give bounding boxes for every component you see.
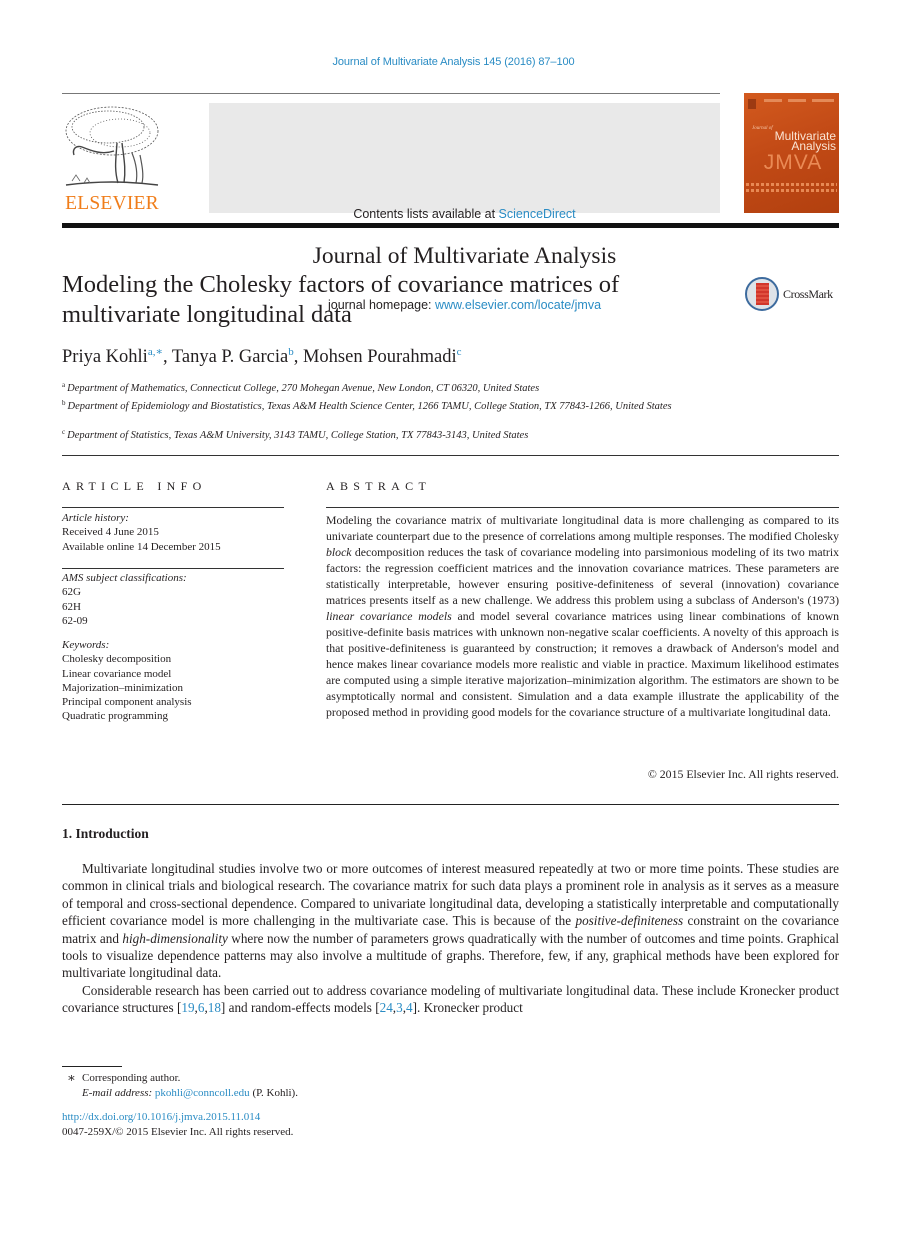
ams-code: 62-09: [62, 614, 88, 627]
text-segment: ]. Kronecker product: [412, 1000, 523, 1016]
article-title-line1: Modeling the Cholesky factors of covaria…: [62, 271, 620, 298]
cover-wave-pattern: [746, 189, 837, 192]
abstract-text: Modeling the covariance matrix of multiv…: [326, 512, 839, 720]
abstract-segment: decomposition reduces the task of covari…: [326, 545, 839, 607]
introduction-heading: 1. Introduction: [62, 826, 149, 841]
reference-link[interactable]: 24: [380, 1000, 393, 1015]
elsevier-tree-icon: [65, 106, 159, 186]
affiliation-marker: c: [62, 428, 66, 436]
doi-line: http://dx.doi.org/10.1016/j.jmva.2015.11…: [62, 1110, 260, 1125]
article-info-heading: ARTICLE INFO: [62, 479, 207, 493]
keyword: Quadratic programming: [62, 710, 168, 723]
journal-citation-link[interactable]: Journal of Multivariate Analysis 145 (20…: [0, 56, 907, 68]
affiliation: a Department of Mathematics, Connecticut …: [62, 378, 702, 396]
ams-code: 62H: [62, 600, 81, 613]
crossmark-icon: [745, 277, 779, 311]
keywords-label: Keywords:: [62, 639, 110, 651]
cover-bar: [812, 99, 834, 102]
abstract-rule: [326, 507, 839, 508]
issn-copyright: 0047-259X/© 2015 Elsevier Inc. All right…: [62, 1126, 294, 1138]
cover-abbreviation: JMVA: [763, 151, 823, 174]
crossmark-label: CrossMark: [783, 287, 833, 301]
author-name: Priya Kohli: [62, 347, 148, 367]
article-history: Article history: Received 4 June 2015 Av…: [62, 511, 284, 554]
contents-prefix: Contents lists available at: [353, 207, 499, 221]
corresponding-author-note: Corresponding author.: [82, 1072, 181, 1084]
author-name: Mohsen Pourahmadi: [302, 347, 457, 367]
text-segment: ] and random-effects models [: [220, 1000, 380, 1016]
keyword: Majorization–minimization: [62, 681, 183, 694]
article-info-rule: [62, 568, 284, 569]
affiliation-text: Department of Epidemiology and Biostatis…: [67, 401, 672, 412]
text-emphasis: positive-definiteness: [575, 913, 684, 929]
keywords: Keywords: Cholesky decomposition Linear …: [62, 638, 284, 724]
ams-label: AMS subject classifications:: [62, 572, 187, 584]
received-date: Received 4 June 2015: [62, 526, 159, 539]
abstract-emphasis: block: [326, 545, 352, 559]
email-label: E-mail address:: [82, 1087, 153, 1099]
keyword: Principal component analysis: [62, 696, 192, 709]
contents-line: Contents lists available at ScienceDirec…: [209, 207, 720, 221]
email-suffix: (P. Kohli).: [249, 1087, 298, 1099]
paragraph: Considerable research has been carried o…: [62, 982, 839, 1016]
journal-cover-image[interactable]: Journal of Multivariate Analysis JMVA: [744, 93, 839, 213]
cover-title: Multivariate Analysis: [750, 130, 836, 153]
available-online-date: Available online 14 December 2015: [62, 540, 221, 553]
author-affiliation-link[interactable]: a,∗: [148, 346, 163, 358]
journal-name: Journal of Multivariate Analysis: [312, 243, 617, 269]
section-divider: [62, 455, 839, 456]
elsevier-logo[interactable]: ELSEVIER: [62, 103, 162, 215]
abstract-copyright: © 2015 Elsevier Inc. All rights reserved…: [647, 767, 839, 781]
article-title-line2: multivariate longitudinal data: [62, 301, 352, 328]
affiliation-text: Department of Mathematics, Connecticut C…: [67, 383, 540, 394]
sciencedirect-link[interactable]: ScienceDirect: [499, 207, 576, 221]
article-info-rule: [62, 507, 284, 508]
affiliation: b Department of Epidemiology and Biostati…: [62, 396, 692, 414]
reference-link[interactable]: 6: [198, 1000, 205, 1015]
reference-link[interactable]: 18: [208, 1000, 221, 1015]
abstract-heading: ABSTRACT: [326, 479, 432, 493]
cover-bar: [788, 99, 806, 102]
ams-code: 62G: [62, 586, 81, 599]
cover-logo-mark: [748, 99, 756, 109]
cover-bar: [764, 99, 782, 102]
paragraph: Multivariate longitudinal studies involv…: [62, 860, 839, 982]
abstract-segment: and model several covariance matrices us…: [326, 609, 839, 719]
ams-classifications: AMS subject classifications: 62G 62H 62-…: [62, 571, 284, 628]
footnote-star: ∗: [67, 1070, 76, 1085]
author-list: Priya Kohlia,∗, Tanya P. Garciab, Mohsen…: [62, 346, 462, 367]
affiliation: c Department of Statistics, Texas A&M Uni…: [62, 425, 702, 443]
cover-title-line2: Analysis: [791, 139, 836, 153]
email-link[interactable]: pkohli@conncoll.edu: [155, 1087, 250, 1099]
affiliation-marker: b: [62, 399, 66, 407]
doi-link[interactable]: http://dx.doi.org/10.1016/j.jmva.2015.11…: [62, 1111, 260, 1123]
keyword: Linear covariance model: [62, 667, 172, 680]
affiliation-text: Department of Statistics, Texas A&M Univ…: [67, 430, 529, 441]
text-emphasis: high-dimensionality: [122, 930, 228, 946]
reference-link[interactable]: 3: [396, 1000, 403, 1015]
header-top-rule: [62, 93, 720, 94]
section-divider: [62, 804, 839, 805]
article-title: Modeling the Cholesky factors of covaria…: [62, 270, 702, 330]
keyword: Cholesky decomposition: [62, 653, 172, 666]
footnote-rule: [62, 1066, 122, 1067]
header-thick-rule: [62, 223, 839, 228]
email-line: E-mail address: pkohli@conncoll.edu (P. …: [82, 1086, 298, 1101]
author-affiliation-link[interactable]: c: [457, 346, 462, 358]
author-name: Tanya P. Garcia: [171, 347, 289, 367]
crossmark-button[interactable]: CrossMark: [745, 277, 845, 315]
reference-link[interactable]: 4: [406, 1000, 413, 1015]
article-history-label: Article history:: [62, 512, 129, 524]
affiliation-marker: a: [62, 381, 66, 389]
abstract-segment: Modeling the covariance matrix of multiv…: [326, 513, 839, 543]
introduction-body: Multivariate longitudinal studies involv…: [62, 860, 839, 1017]
reference-link[interactable]: 19: [181, 1000, 194, 1015]
author-affiliation-link[interactable]: b: [288, 346, 294, 358]
cover-wave-pattern: [746, 183, 837, 186]
elsevier-wordmark: ELSEVIER: [65, 193, 159, 214]
abstract-emphasis: linear covariance models: [326, 609, 452, 623]
journal-header-box: Contents lists available at ScienceDirec…: [209, 103, 720, 312]
